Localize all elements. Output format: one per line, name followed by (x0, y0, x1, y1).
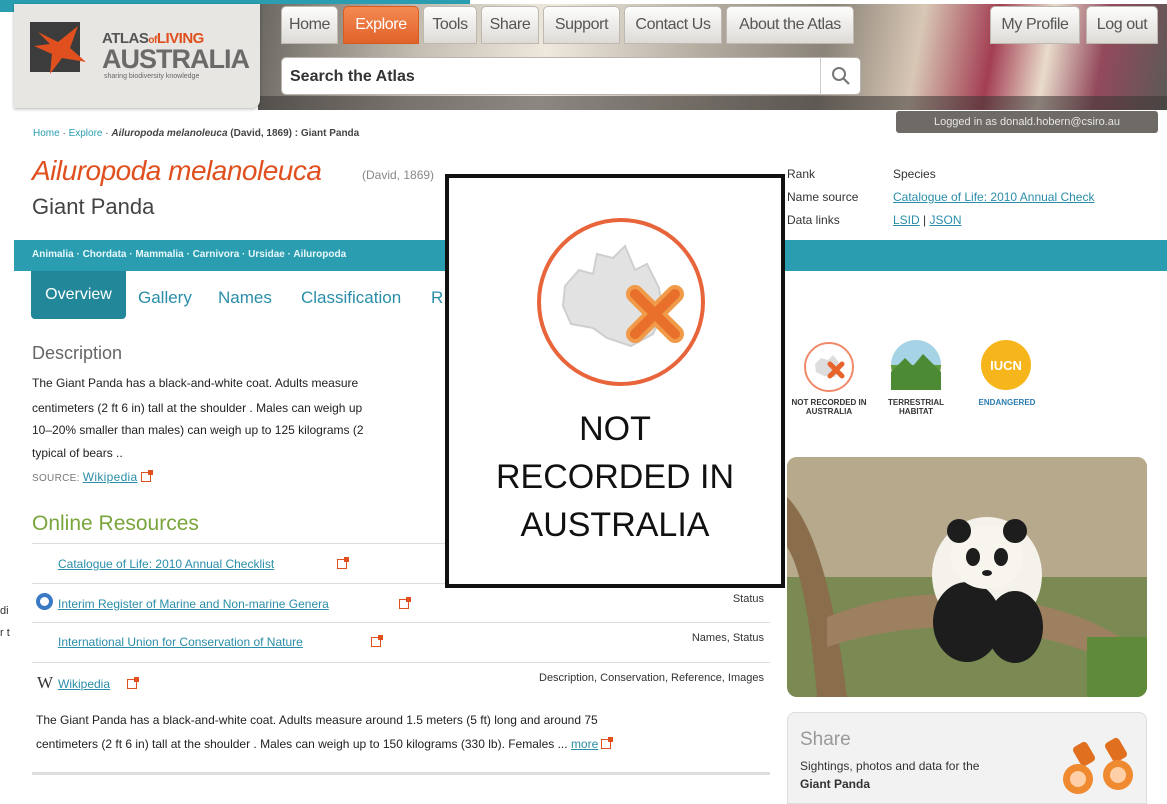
description-source: SOURCE: Wikipedia (32, 470, 153, 484)
not-recorded-overlay: NOT RECORDED IN AUSTRALIA (445, 174, 785, 588)
description-line: typical of bears .. (32, 446, 123, 460)
scientific-name: Ailuropoda melanoleuca (32, 155, 322, 186)
search-box (281, 57, 861, 95)
logo-tagline: sharing biodiversity knowledge (104, 73, 200, 80)
share-description: Sightings, photos and data for the Giant… (800, 757, 1040, 793)
author-citation: (David, 1869) (362, 168, 435, 182)
wikipedia-icon: W (37, 673, 54, 692)
nav-tools[interactable]: Tools (423, 6, 477, 44)
icon-caption: ENDANGERED (978, 398, 1036, 407)
ala-star-icon (30, 22, 86, 74)
tab-gallery[interactable]: Gallery (138, 288, 192, 308)
logged-in-status: Logged in as donald.hobern@csiro.au (896, 111, 1158, 133)
nav-contact-us[interactable]: Contact Us (624, 6, 722, 44)
not-recorded-in-australia-icon (804, 342, 854, 392)
resource-tags: Names, Status (691, 632, 764, 644)
search-button[interactable] (820, 58, 860, 94)
external-link-icon (337, 557, 349, 569)
share-text: Sightings, photos and data for the (800, 759, 980, 773)
external-link-icon (127, 677, 139, 689)
breadcrumb: Home · Explore · Ailuropoda melanoleuca … (33, 128, 360, 139)
icon-caption: NOT RECORDED IN AUSTRALIA (791, 398, 867, 416)
search-icon (831, 67, 850, 85)
resource-row: International Union for Conservation of … (32, 622, 770, 662)
breadcrumb-home[interactable]: Home (33, 128, 60, 139)
edge-fragment: di (0, 605, 9, 617)
rank-label: Rank (787, 167, 816, 181)
nav-support[interactable]: Support (543, 6, 620, 44)
resource-row-wikipedia: W Wikipedia Description, Conservation, R… (32, 662, 770, 772)
species-photo[interactable] (787, 457, 1147, 697)
nav-explore[interactable]: Explore (343, 6, 419, 44)
nav-home[interactable]: Home (281, 6, 338, 44)
resource-link-irmng[interactable]: Interim Register of Marine and Non-marin… (58, 597, 329, 611)
nav-share[interactable]: Share (481, 6, 539, 44)
classification-breadcrumb[interactable]: Animalia · Chordata · Mammalia · Carnivo… (32, 249, 346, 260)
description-line: centimeters (2 ft 6 in) tall at the shou… (32, 401, 363, 415)
iucn-endangered-icon: IUCN (981, 340, 1031, 390)
share-panel: Share Sightings, photos and data for the… (787, 712, 1147, 804)
lsid-link[interactable]: LSID (893, 213, 920, 227)
resource-link-col[interactable]: Catalogue of Life: 2010 Annual Checklist (58, 557, 274, 571)
json-link[interactable]: JSON (929, 213, 961, 227)
tab-names[interactable]: Names (218, 288, 272, 308)
external-link-icon (399, 597, 411, 609)
logo-text-main: AUSTRALIA (102, 44, 250, 74)
description-line: 10–20% smaller than males) can weigh up … (32, 423, 364, 437)
online-resources-heading: Online Resources (32, 512, 199, 535)
name-source-label: Name source (787, 190, 859, 204)
resource-tags: Status (732, 593, 764, 605)
tab-classification[interactable]: Classification (301, 288, 401, 308)
overlay-line-2: RECORDED IN (495, 458, 735, 496)
resource-row: Interim Register of Marine and Non-marin… (32, 583, 770, 623)
wikipedia-summary-line-2: centimeters (2 ft 6 in) tall at the shou… (36, 737, 568, 751)
data-links-label: Data links (787, 213, 840, 227)
description-line: The Giant Panda has a black-and-white co… (32, 376, 359, 390)
share-heading: Share (800, 729, 851, 750)
edge-fragment: r t (0, 627, 10, 639)
nav-about-the-atlas[interactable]: About the Atlas (726, 6, 854, 44)
tab-records[interactable]: R (431, 288, 443, 308)
resource-link-iucn[interactable]: International Union for Conservation of … (58, 635, 303, 649)
icon-caption: TERRESTRIAL HABITAT (888, 398, 944, 416)
resource-tags: Description, Conservation, Reference, Im… (539, 672, 764, 684)
breadcrumb-current: Ailuropoda melanoleuca (111, 128, 228, 139)
breadcrumb-explore[interactable]: Explore (69, 128, 103, 139)
source-label: SOURCE: (32, 473, 80, 484)
irmng-logo-icon (36, 593, 53, 610)
search-input[interactable] (290, 65, 810, 89)
nav-my-profile[interactable]: My Profile (990, 6, 1080, 44)
binoculars-icon[interactable] (1058, 737, 1144, 799)
overlay-line-3: AUSTRALIA (520, 506, 710, 544)
data-links-separator: | (919, 213, 930, 227)
more-link[interactable]: more (571, 737, 598, 751)
nav-log-out[interactable]: Log out (1086, 6, 1158, 44)
tab-overview[interactable]: Overview (31, 271, 126, 319)
resource-link-wikipedia[interactable]: Wikipedia (58, 677, 110, 691)
description-heading: Description (32, 343, 123, 363)
share-species: Giant Panda (800, 777, 871, 791)
external-link-icon (371, 635, 383, 647)
divider (32, 772, 770, 775)
not-recorded-in-australia-icon (537, 218, 705, 386)
rank-value: Species (893, 167, 936, 181)
external-link-icon (601, 737, 614, 749)
site-logo[interactable]: ATLASofLIVING AUSTRALIA sharing biodiver… (14, 4, 260, 108)
external-link-icon (140, 470, 153, 482)
name-source-link[interactable]: Catalogue of Life: 2010 Annual Check (893, 190, 1094, 204)
wikipedia-summary-line: The Giant Panda has a black-and-white co… (36, 713, 598, 727)
common-name: Giant Panda (32, 194, 155, 219)
breadcrumb-current-rest: (David, 1869) : Giant Panda (227, 128, 360, 139)
terrestrial-habitat-icon (891, 340, 941, 390)
data-links: LSID | JSON (893, 213, 962, 227)
overlay-line-1: NOT (579, 410, 651, 448)
wikipedia-summary-line: centimeters (2 ft 6 in) tall at the shou… (36, 737, 614, 751)
source-wikipedia-link[interactable]: Wikipedia (83, 470, 138, 484)
